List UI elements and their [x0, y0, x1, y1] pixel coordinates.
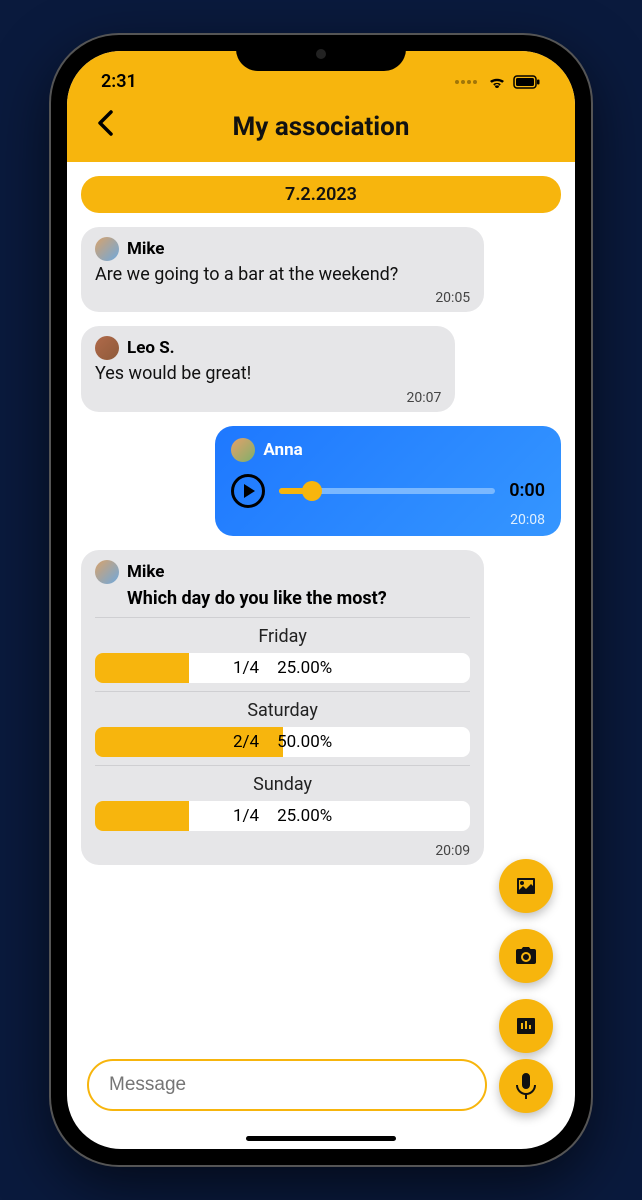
avatar — [95, 237, 119, 261]
message-time: 20:07 — [95, 390, 441, 406]
poll-button[interactable] — [499, 999, 553, 1053]
poll-pct: 50.00% — [277, 732, 332, 752]
status-bar: 2:31 — [67, 71, 575, 102]
sender-name: Mike — [127, 562, 164, 582]
message-time: 20:09 — [95, 843, 470, 859]
message-text: Yes would be great! — [95, 362, 441, 385]
input-row — [87, 1059, 487, 1111]
message-time: 20:05 — [95, 290, 470, 306]
poll-bar: 2/4 50.00% — [95, 727, 470, 757]
message-bubble[interactable]: Leo S. Yes would be great! 20:07 — [81, 326, 455, 411]
camera-button[interactable] — [499, 929, 553, 983]
image-icon — [514, 874, 538, 898]
back-button[interactable] — [91, 108, 121, 138]
chevron-left-icon — [97, 110, 115, 136]
poll-option[interactable]: Saturday 2/4 50.00% — [95, 691, 470, 765]
status-right — [455, 74, 541, 90]
camera-icon — [514, 944, 538, 968]
battery-icon — [513, 75, 541, 89]
sender-name: Anna — [263, 440, 302, 460]
poll-pct: 25.00% — [277, 658, 332, 678]
mic-button[interactable] — [499, 1059, 553, 1113]
play-button[interactable] — [231, 474, 265, 508]
poll-option[interactable]: Sunday 1/4 25.00% — [95, 765, 470, 839]
avatar — [95, 336, 119, 360]
poll-option-label: Sunday — [95, 774, 470, 795]
sender-name: Leo S. — [127, 338, 175, 358]
title-bar: My association — [67, 102, 575, 162]
poll-option[interactable]: Friday 1/4 25.00% — [95, 617, 470, 691]
chart-icon — [514, 1014, 538, 1038]
avatar — [95, 560, 119, 584]
poll-count: 1/4 — [233, 806, 259, 826]
page-title: My association — [233, 112, 410, 142]
poll-bar: 1/4 25.00% — [95, 801, 470, 831]
gallery-button[interactable] — [499, 859, 553, 913]
message-time: 20:08 — [231, 512, 545, 528]
poll-option-label: Friday — [95, 626, 470, 647]
poll-message[interactable]: Mike Which day do you like the most? Fri… — [81, 550, 484, 865]
wifi-icon — [487, 74, 507, 90]
phone-frame: 2:31 My association 7.2.2023 — [51, 35, 591, 1165]
audio-duration: 0:00 — [509, 480, 545, 501]
poll-fill — [95, 653, 189, 683]
avatar — [231, 438, 255, 462]
poll-pct: 25.00% — [277, 806, 332, 826]
fab-column — [499, 859, 553, 1053]
date-separator: 7.2.2023 — [81, 176, 561, 213]
message-bubble[interactable]: Mike Are we going to a bar at the weeken… — [81, 227, 484, 312]
poll-count: 2/4 — [233, 732, 259, 752]
screen: 2:31 My association 7.2.2023 — [67, 51, 575, 1149]
message-text: Are we going to a bar at the weekend? — [95, 263, 470, 286]
audio-message-bubble[interactable]: Anna 0:00 20:08 — [215, 426, 561, 536]
poll-count: 1/4 — [233, 658, 259, 678]
status-dots-icon — [455, 80, 477, 84]
poll-question: Which day do you like the most? — [95, 588, 470, 609]
mic-icon — [515, 1073, 537, 1099]
poll-fill — [95, 801, 189, 831]
status-time: 2:31 — [101, 71, 137, 92]
chat-content[interactable]: 7.2.2023 Mike Are we going to a bar at t… — [67, 162, 575, 1149]
sender-name: Mike — [127, 239, 164, 259]
poll-option-label: Saturday — [95, 700, 470, 721]
audio-thumb[interactable] — [302, 481, 322, 501]
notch — [236, 35, 406, 71]
home-indicator[interactable] — [246, 1136, 396, 1141]
message-input[interactable] — [87, 1059, 487, 1111]
audio-track[interactable] — [279, 488, 495, 494]
poll-bar: 1/4 25.00% — [95, 653, 470, 683]
